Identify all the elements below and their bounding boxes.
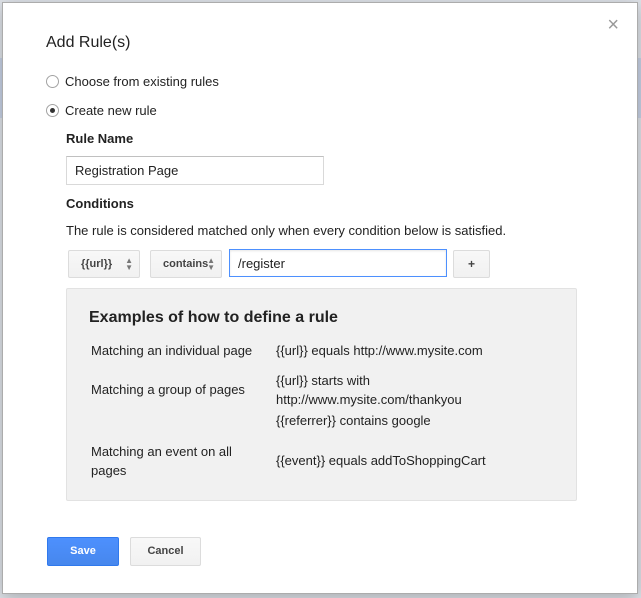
variable-select[interactable]: {{url}} ▲ ▼ xyxy=(68,250,140,278)
condition-value-input[interactable] xyxy=(229,249,447,277)
example-case: Matching an event on all pages xyxy=(91,444,232,478)
chevron-updown-icon: ▲ ▼ xyxy=(207,256,215,272)
existing-radio-label: Choose from existing rules xyxy=(65,74,219,89)
option-choose-existing[interactable]: Choose from existing rules xyxy=(46,74,219,89)
new-radio-label: Create new rule xyxy=(65,103,157,118)
example-case: Matching an individual page xyxy=(91,343,253,358)
add-condition-button[interactable]: + xyxy=(453,250,490,278)
example-rule: {{event}} equals addToShoppingCart xyxy=(276,453,486,468)
option-create-new[interactable]: Create new rule xyxy=(46,103,157,118)
examples-heading: Examples of how to define a rule xyxy=(89,309,338,326)
save-button[interactable]: Save xyxy=(47,537,119,566)
operator-select-value: contains xyxy=(163,258,209,270)
add-rule-dialog: × Add Rule(s) Choose from existing rules… xyxy=(2,2,638,594)
dialog-title: Add Rule(s) xyxy=(46,34,131,51)
example-rule: {{url}} equals http://www.mysite.com xyxy=(276,343,483,358)
chevron-updown-icon: ▲ ▼ xyxy=(125,256,133,272)
operator-select[interactable]: contains ▲ ▼ xyxy=(150,250,222,278)
variable-select-value: {{url}} xyxy=(81,258,113,270)
examples-panel: Examples of how to define a rule Matchin… xyxy=(66,288,577,501)
new-radio[interactable] xyxy=(46,104,59,117)
example-case: Matching a group of pages xyxy=(91,382,245,397)
rule-name-label: Rule Name xyxy=(66,131,134,146)
existing-radio[interactable] xyxy=(46,75,59,88)
example-rule: {{url}} starts with http://www.mysite.co… xyxy=(276,373,462,407)
conditions-description: The rule is considered matched only when… xyxy=(66,223,507,238)
close-icon[interactable]: × xyxy=(607,15,619,35)
conditions-label: Conditions xyxy=(66,196,134,211)
rule-name-input[interactable] xyxy=(66,156,324,185)
example-rule: {{referrer}} contains google xyxy=(276,413,431,428)
cancel-button[interactable]: Cancel xyxy=(130,537,201,566)
